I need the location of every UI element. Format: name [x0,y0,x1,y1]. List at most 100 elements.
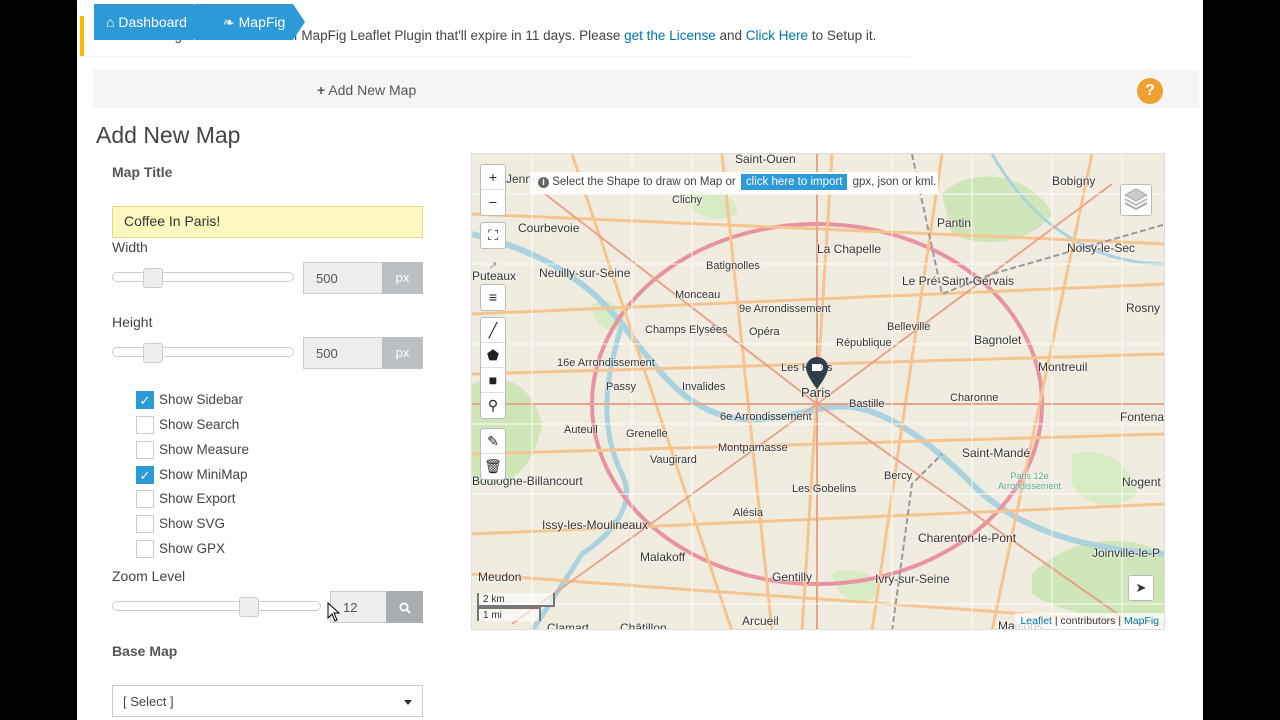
mapfig-link[interactable]: MapFig [1124,615,1159,627]
checkbox-unchecked[interactable] [136,540,154,558]
map-label: Charonne [950,392,999,404]
map-label: Charenton-le-Pont [918,531,1017,545]
notice-text-suffix: to Setup it. [811,28,877,43]
map-label: Fontenay-s [1120,410,1165,424]
expand-icon[interactable]: ↗ [480,254,506,279]
layers-icon [1123,188,1149,211]
map-canvas[interactable]: Saint-Ouen Bobigny Courbevoie Pantin Noi… [471,153,1165,630]
height-unit: px [382,337,423,369]
breadcrumb-mapfig[interactable]: ❧ MapFig [195,4,305,40]
search-icon [399,602,411,614]
help-icon[interactable]: ? [1137,78,1163,104]
checkbox-unchecked[interactable] [136,490,154,508]
leaflet-link[interactable]: Leaflet [1020,615,1052,627]
map-scale: 2 km 1 mi [477,593,555,621]
map-label: Auteuil [564,424,598,436]
map-label: 6e Arrondissement [720,411,812,423]
map-attribution: Leaflet | contributors | MapFig [1015,613,1164,629]
height-slider[interactable] [112,343,294,363]
map-label: Bagnolet [974,333,1022,347]
map-label: Rosny [1126,301,1161,315]
zoom-slider[interactable] [112,597,321,617]
import-hint-suffix: gpx, json or kml. [852,176,937,188]
edit-toolbar: ✎ 🗑 [480,428,506,480]
checkbox-unchecked[interactable] [136,416,154,434]
locate-button[interactable]: ➤ [1128,575,1154,601]
map-label: Monceau [675,289,721,301]
base-map-label: Base Map [112,643,178,659]
delete-layers-icon[interactable]: 🗑 [481,454,505,479]
base-map-select[interactable]: [ Select ] [112,685,423,717]
get-license-link[interactable]: get the License [624,28,716,43]
zoom-control: + − [480,164,506,216]
width-slider-handle[interactable] [143,268,163,288]
map-label: Montparnasse [718,442,788,454]
breadcrumb-current: + Add New Map [317,82,416,98]
map-label: Pantin [937,216,972,230]
import-button[interactable]: click here to import [740,174,848,190]
map-label: Saint-Mandé [962,446,1031,460]
layers-control[interactable] [1120,184,1152,216]
zoom-slider-handle[interactable] [239,597,259,617]
breadcrumb-arrow [293,4,305,40]
checkbox-checked[interactable]: ✓ [136,466,154,484]
zoom-out-button[interactable]: − [481,190,505,215]
map-label: Noisy-le-Sec [1067,241,1136,255]
map-label: Belleville [887,321,931,333]
fullscreen-control: ⛶ [480,222,506,249]
page-title: Add New Map [96,122,241,148]
import-hint: i Select the Shape to draw on Map or cli… [530,172,938,194]
fullscreen-icon[interactable]: ⛶ [481,223,505,248]
map-title-input[interactable]: Coffee In Paris! [112,206,423,238]
height-slider-handle[interactable] [143,343,163,363]
map-label: Nogent [1122,475,1161,489]
map-label: 9e Arrondissement [739,303,831,315]
notice-text-and: and [719,28,743,43]
locate-icon: ➤ [1135,580,1147,595]
home-icon: ⌂ [106,14,115,30]
draw-polygon-icon[interactable]: ⬟ [481,343,505,368]
draw-marker-icon[interactable]: ⚲ [481,393,505,418]
map-label: République [836,337,892,349]
map-title-label: Map Title [112,164,173,180]
width-unit: px [382,262,423,294]
draw-polyline-icon[interactable]: ╱ [481,318,505,343]
map-label: Saint-Ouen [735,153,796,166]
breadcrumb-dashboard-label: Dashboard [118,14,187,30]
map-label: 16e Arrondissement [557,357,655,369]
map-label: Joinville-le-P [1092,546,1161,560]
map-label: Invalides [682,381,726,393]
checkbox-label: Show SVG [159,516,226,531]
info-icon: i [538,177,549,188]
map-label: Paris 12e Arrondissement [997,471,1062,491]
scale-km: 2 km [477,593,555,607]
width-input[interactable]: 500 [303,262,383,294]
click-here-link[interactable]: Click Here [746,28,808,43]
checkbox-unchecked[interactable] [136,441,154,459]
checkbox-label: Show MiniMap [159,467,248,482]
breadcrumb-arrow [194,4,206,40]
breadcrumb-mapfig-label: MapFig [238,14,286,30]
marker-label: Paris [801,385,831,400]
map-label: Arcueil [742,614,779,628]
height-input[interactable]: 500 [303,337,383,369]
map-label: Les Gobelins [792,483,857,495]
zoom-in-button[interactable]: + [481,165,505,190]
checkbox-checked[interactable]: ✓ [136,391,154,409]
draw-rectangle-icon[interactable]: ■ [481,368,505,393]
map-label: Clamart [547,621,590,630]
breadcrumb-current-label: Add New Map [328,82,417,98]
map-label: Malakoff [640,550,686,564]
map-label: Bastille [849,398,885,410]
breadcrumb-dashboard[interactable]: ⌂ Dashboard [94,4,206,40]
checkbox-unchecked[interactable] [136,515,154,533]
map-label: Clichy [672,194,702,206]
checkbox-label: Show Search [159,417,240,432]
edit-layers-icon[interactable]: ✎ [481,429,505,454]
map-label: Batignolles [706,260,760,272]
menu-icon[interactable]: ≡ [481,285,505,310]
map-label: Champs Elysées [645,324,728,336]
width-slider[interactable] [112,268,294,288]
checkbox-label: Show Measure [159,442,250,457]
zoom-search-button[interactable] [386,591,423,623]
